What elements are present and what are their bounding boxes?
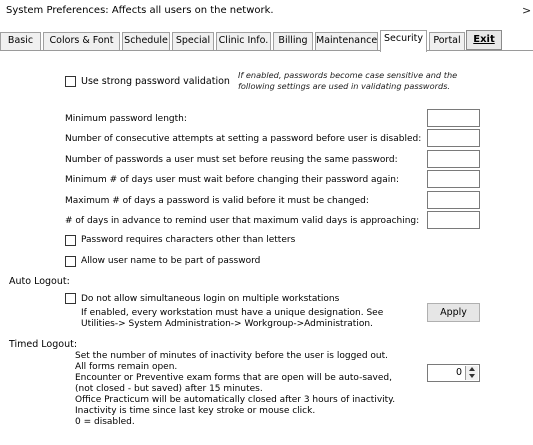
tab-schedule[interactable]: Schedule (122, 32, 170, 50)
max-days-valid-field[interactable] (427, 191, 480, 209)
simultaneous-login-label: Do not allow simultaneous login on multi… (81, 294, 340, 304)
timed-logout-line-1: Set the number of minutes of inactivity … (75, 351, 389, 361)
require-other-chars-label: Password requires characters other than … (81, 235, 296, 245)
min-password-length-field[interactable] (427, 109, 480, 127)
tab-bar: Basic Colors & Font Schedule Special Cli… (0, 30, 533, 52)
strong-password-hint-2: following settings are used in validatin… (238, 81, 451, 91)
tab-clinic-info[interactable]: Clinic Info. (216, 32, 271, 50)
inactivity-minutes-value: 0 (455, 367, 462, 378)
allow-username-checkbox[interactable] (65, 256, 76, 267)
timed-logout-line-3: Encounter or Preventive exam forms that … (75, 373, 392, 383)
tab-basic[interactable]: Basic (0, 32, 41, 50)
timed-logout-line-4: (not closed - but saved) after 15 minute… (75, 384, 263, 394)
spinner-buttons (465, 366, 478, 380)
reminder-days-field[interactable] (427, 211, 480, 229)
simultaneous-login-checkbox[interactable] (65, 293, 76, 304)
timed-logout-line-6: Inactivity is time since last key stroke… (75, 406, 316, 416)
tab-security[interactable]: Security (380, 30, 427, 52)
tab-portal[interactable]: Portal (429, 32, 465, 50)
strong-password-label: Use strong password validation (81, 76, 230, 87)
min-days-change-label: Minimum # of days user must wait before … (65, 175, 400, 185)
tab-special[interactable]: Special (172, 32, 214, 50)
password-reuse-label: Number of passwords a user must set befo… (65, 155, 398, 165)
tab-billing[interactable]: Billing (273, 32, 313, 50)
consecutive-attempts-field[interactable] (427, 129, 480, 147)
window-title: System Preferences: Affects all users on… (6, 5, 274, 16)
timed-logout-heading: Timed Logout: (9, 339, 78, 350)
strong-password-hint-1: If enabled, passwords become case sensit… (238, 70, 458, 80)
max-days-valid-label: Maximum # of days a password is valid be… (65, 196, 369, 206)
min-days-change-field[interactable] (427, 170, 480, 188)
tab-maintenance[interactable]: Maintenance (315, 32, 378, 50)
timed-logout-line-2: All forms remain open. (75, 362, 178, 372)
workstation-note-2: Utilities-> System Administration-> Work… (81, 319, 373, 329)
workstation-note-1: If enabled, every workstation must have … (81, 308, 384, 318)
consecutive-attempts-label: Number of consecutive attempts at settin… (65, 134, 422, 144)
spinner-up-icon[interactable] (469, 367, 475, 371)
reminder-days-label: # of days in advance to remind user that… (65, 216, 420, 226)
auto-logout-heading: Auto Logout: (9, 276, 70, 287)
min-password-length-label: Minimum password length: (65, 114, 187, 124)
timed-logout-line-5: Office Practicum will be automatically c… (75, 395, 396, 405)
spinner-down-icon[interactable] (469, 374, 475, 378)
timed-logout-line-7: 0 = disabled. (75, 417, 135, 427)
exit-button[interactable]: Exit (466, 30, 502, 50)
allow-username-label: Allow user name to be part of password (81, 256, 261, 266)
require-other-chars-checkbox[interactable] (65, 235, 76, 246)
close-icon[interactable]: > (522, 4, 531, 17)
password-reuse-field[interactable] (427, 150, 480, 168)
strong-password-checkbox[interactable] (65, 76, 76, 87)
inactivity-minutes-spinner[interactable]: 0 (427, 364, 480, 382)
tab-colors-font[interactable]: Colors & Font (43, 32, 120, 50)
apply-button[interactable]: Apply (427, 303, 480, 322)
